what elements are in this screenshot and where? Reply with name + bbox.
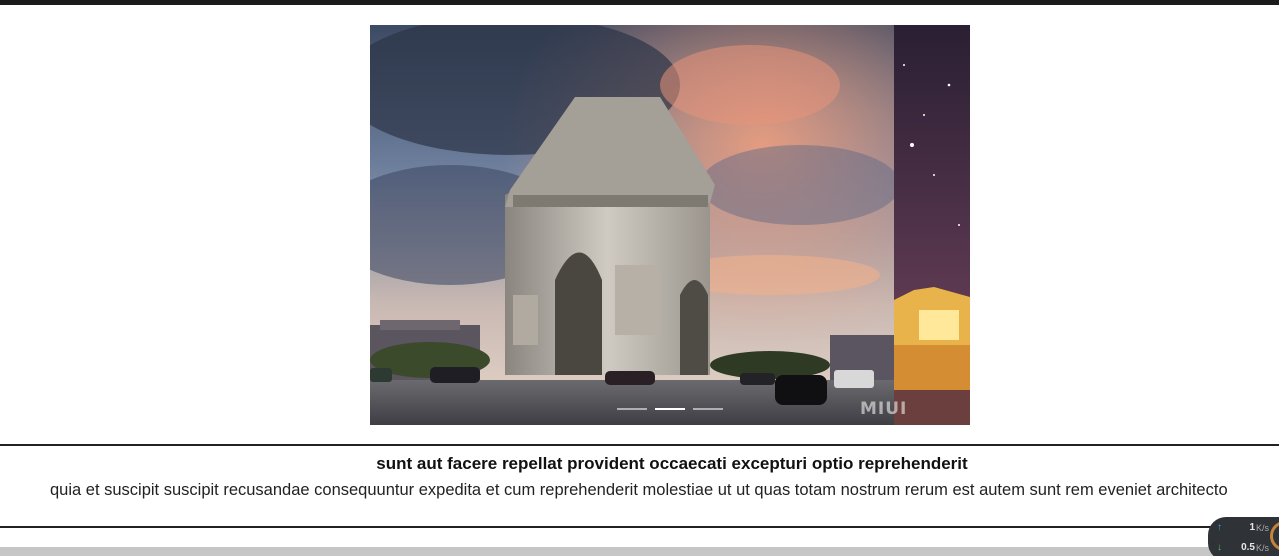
carousel-indicators [617, 408, 727, 412]
carousel-slide-night-building[interactable] [894, 25, 970, 425]
post-body: quia et suscipit suscipit recusandae con… [50, 481, 1228, 499]
next-item-strip [0, 547, 1279, 556]
upload-speed-value: 1 [1249, 522, 1255, 533]
carousel-indicator-3[interactable] [693, 408, 723, 410]
download-speed: ↓ 0.5 K/s [1217, 542, 1269, 553]
download-speed-value: 0.5 [1241, 542, 1255, 553]
top-bar [0, 0, 1279, 5]
network-speed-widget[interactable]: ↑ 1 K/s ↓ 0.5 K/s [1208, 517, 1279, 556]
arc-de-triomphe-image [370, 25, 894, 425]
upload-speed-unit: K/s [1256, 522, 1270, 533]
watermark-logo: MIUI [860, 399, 908, 419]
download-speed-unit: K/s [1256, 542, 1270, 553]
divider-bottom [0, 526, 1279, 528]
post-title: sunt aut facere repellat provident occae… [376, 454, 968, 473]
carousel-indicator-2[interactable] [655, 408, 685, 410]
download-arrow-icon: ↓ [1217, 542, 1222, 553]
image-carousel[interactable]: MIUI [370, 25, 970, 425]
night-building-image [894, 25, 970, 425]
divider-top [0, 444, 1279, 446]
upload-arrow-icon: ↑ [1217, 522, 1222, 533]
carousel-slide-arc-de-triomphe[interactable] [370, 25, 894, 425]
widget-ring-icon[interactable] [1270, 521, 1279, 551]
carousel-indicator-1[interactable] [617, 408, 647, 410]
upload-speed: ↑ 1 K/s [1217, 522, 1269, 533]
